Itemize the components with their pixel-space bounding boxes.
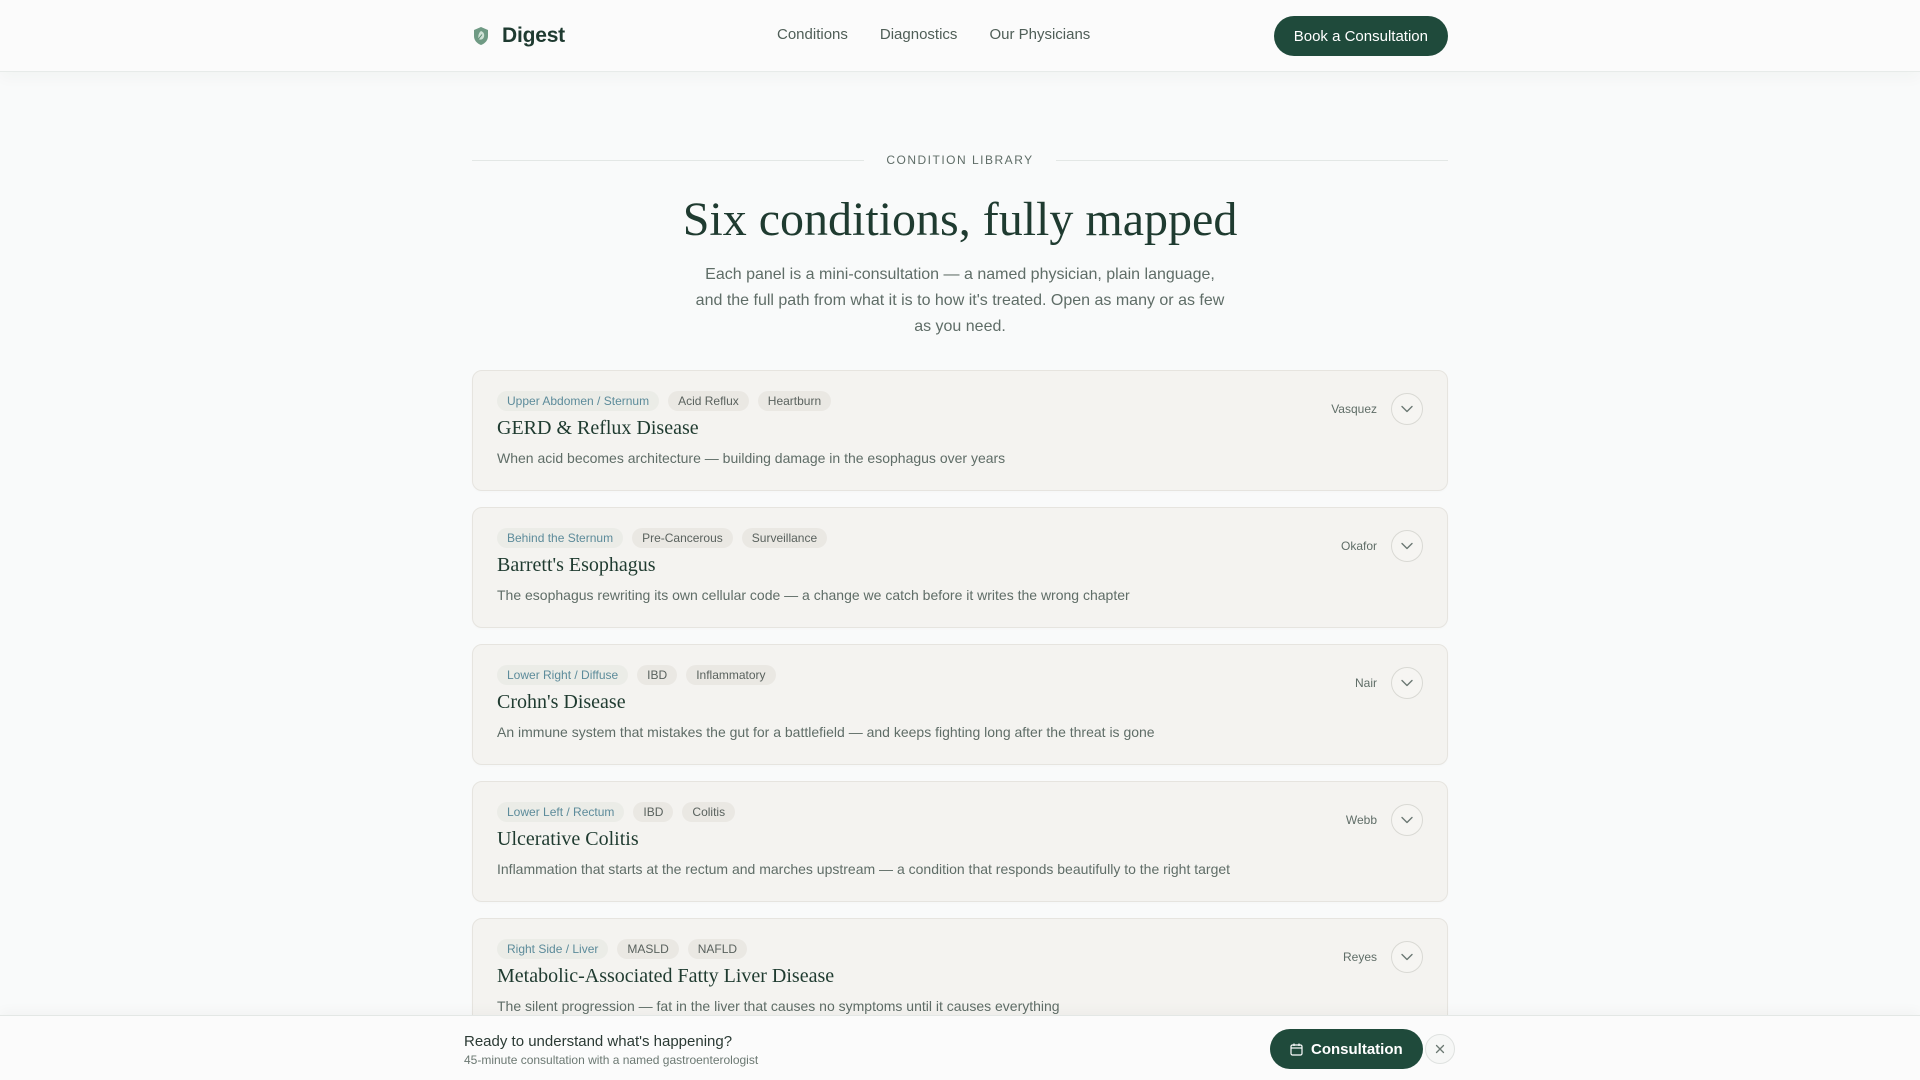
- consultation-button-label: Consultation: [1311, 1040, 1403, 1058]
- physician-name: Vasquez: [1331, 402, 1377, 416]
- eyebrow-divider-right: [1055, 159, 1448, 161]
- tag-list: Lower Left / Rectum IBD Colitis: [497, 802, 736, 822]
- category-tag: Acid Reflux: [668, 391, 749, 411]
- hero-section: CONDITION LIBRARY Six conditions, fully …: [472, 140, 1448, 340]
- calendar-icon: [1290, 1043, 1303, 1056]
- main-nav: Conditions Diagnostics Our Physicians: [777, 26, 1090, 43]
- condition-description: The esophagus rewriting its own cellular…: [497, 587, 1130, 603]
- category-tag: Colitis: [682, 802, 736, 822]
- condition-title: Metabolic-Associated Fatty Liver Disease: [497, 965, 835, 987]
- card-controls: Webb: [1346, 804, 1423, 836]
- category-tag: Surveillance: [741, 528, 828, 548]
- consultation-button[interactable]: Consultation: [1270, 1029, 1423, 1069]
- eyebrow-divider-left: [472, 159, 865, 161]
- sticky-subtitle: 45-minute consultation with a named gast…: [464, 1053, 759, 1067]
- condition-card-barretts[interactable]: Behind the Sternum Pre-Cancerous Surveil…: [472, 507, 1448, 628]
- chevron-down-icon: [1401, 679, 1413, 687]
- page-subtitle: Each panel is a mini-consultation — a na…: [695, 266, 1225, 335]
- page-title: Six conditions, fully mapped: [682, 193, 1238, 246]
- header-inner: Digest Conditions Diagnostics Our Physic…: [472, 0, 1448, 72]
- category-tag: Pre-Cancerous: [632, 528, 733, 548]
- expand-button[interactable]: [1391, 941, 1423, 973]
- condition-description: The silent progression — fat in the live…: [497, 998, 1060, 1014]
- category-tag: Inflammatory: [686, 665, 776, 685]
- close-sticky-button[interactable]: [1425, 1034, 1455, 1064]
- nav-diagnostics[interactable]: Diagnostics: [880, 26, 958, 43]
- condition-card-gerd[interactable]: Upper Abdomen / Sternum Acid Reflux Hear…: [472, 370, 1448, 491]
- nav-our-physicians[interactable]: Our Physicians: [989, 26, 1090, 43]
- close-icon: [1435, 1044, 1445, 1054]
- condition-description: Inflammation that starts at the rectum a…: [497, 861, 1231, 877]
- category-tag: Heartburn: [757, 391, 832, 411]
- tag-list: Behind the Sternum Pre-Cancerous Surveil…: [497, 528, 828, 548]
- condition-title: Crohn's Disease: [497, 691, 626, 713]
- location-tag: Lower Left / Rectum: [497, 802, 625, 822]
- condition-card-ulcerative-colitis[interactable]: Lower Left / Rectum IBD Colitis Ulcerati…: [472, 781, 1448, 902]
- tag-list: Upper Abdomen / Sternum Acid Reflux Hear…: [497, 391, 832, 411]
- tag-list: Right Side / Liver MASLD NAFLD: [497, 939, 748, 959]
- category-tag: MASLD: [617, 939, 679, 959]
- condition-title: Barrett's Esophagus: [497, 554, 656, 576]
- expand-button[interactable]: [1391, 804, 1423, 836]
- physician-name: Webb: [1345, 813, 1377, 827]
- physician-name: Okafor: [1340, 539, 1377, 553]
- category-tag: IBD: [633, 802, 674, 822]
- category-tag: NAFLD: [687, 939, 748, 959]
- site-header: Digest Conditions Diagnostics Our Physic…: [0, 0, 1920, 72]
- expand-button[interactable]: [1391, 393, 1423, 425]
- eyebrow-row: CONDITION LIBRARY: [472, 140, 1448, 180]
- chevron-down-icon: [1401, 816, 1413, 824]
- section-eyebrow: CONDITION LIBRARY: [886, 153, 1034, 167]
- nav-conditions[interactable]: Conditions: [777, 26, 848, 43]
- category-tag: IBD: [637, 665, 678, 685]
- location-tag: Upper Abdomen / Sternum: [497, 391, 660, 411]
- condition-description: When acid becomes architecture — buildin…: [497, 450, 1006, 466]
- condition-list: Upper Abdomen / Sternum Acid Reflux Hear…: [472, 370, 1448, 1055]
- book-consultation-button[interactable]: Book a Consultation: [1273, 16, 1448, 56]
- chevron-down-icon: [1401, 405, 1413, 413]
- sticky-title: Ready to understand what's happening?: [464, 1033, 733, 1050]
- condition-card-crohns[interactable]: Lower Right / Diffuse IBD Inflammatory C…: [472, 644, 1448, 765]
- card-controls: Reyes: [1343, 941, 1423, 973]
- physician-name: Nair: [1354, 676, 1377, 690]
- brand-name: Digest: [502, 24, 565, 47]
- brand[interactable]: Digest: [472, 24, 565, 48]
- sticky-consultation-bar: Ready to understand what's happening? 45…: [0, 1015, 1920, 1080]
- tag-list: Lower Right / Diffuse IBD Inflammatory: [497, 665, 776, 685]
- expand-button[interactable]: [1391, 530, 1423, 562]
- condition-title: GERD & Reflux Disease: [497, 417, 699, 439]
- physician-name: Reyes: [1342, 950, 1377, 964]
- card-controls: Vasquez: [1331, 393, 1423, 425]
- condition-title: Ulcerative Colitis: [497, 828, 639, 850]
- expand-button[interactable]: [1391, 667, 1423, 699]
- location-tag: Lower Right / Diffuse: [497, 665, 629, 685]
- chevron-down-icon: [1401, 953, 1413, 961]
- location-tag: Right Side / Liver: [497, 939, 609, 959]
- shield-leaf-icon: [472, 26, 490, 46]
- chevron-down-icon: [1401, 542, 1413, 550]
- location-tag: Behind the Sternum: [497, 528, 624, 548]
- condition-description: An immune system that mistakes the gut f…: [497, 724, 1155, 740]
- card-controls: Nair: [1355, 667, 1423, 699]
- card-controls: Okafor: [1341, 530, 1423, 562]
